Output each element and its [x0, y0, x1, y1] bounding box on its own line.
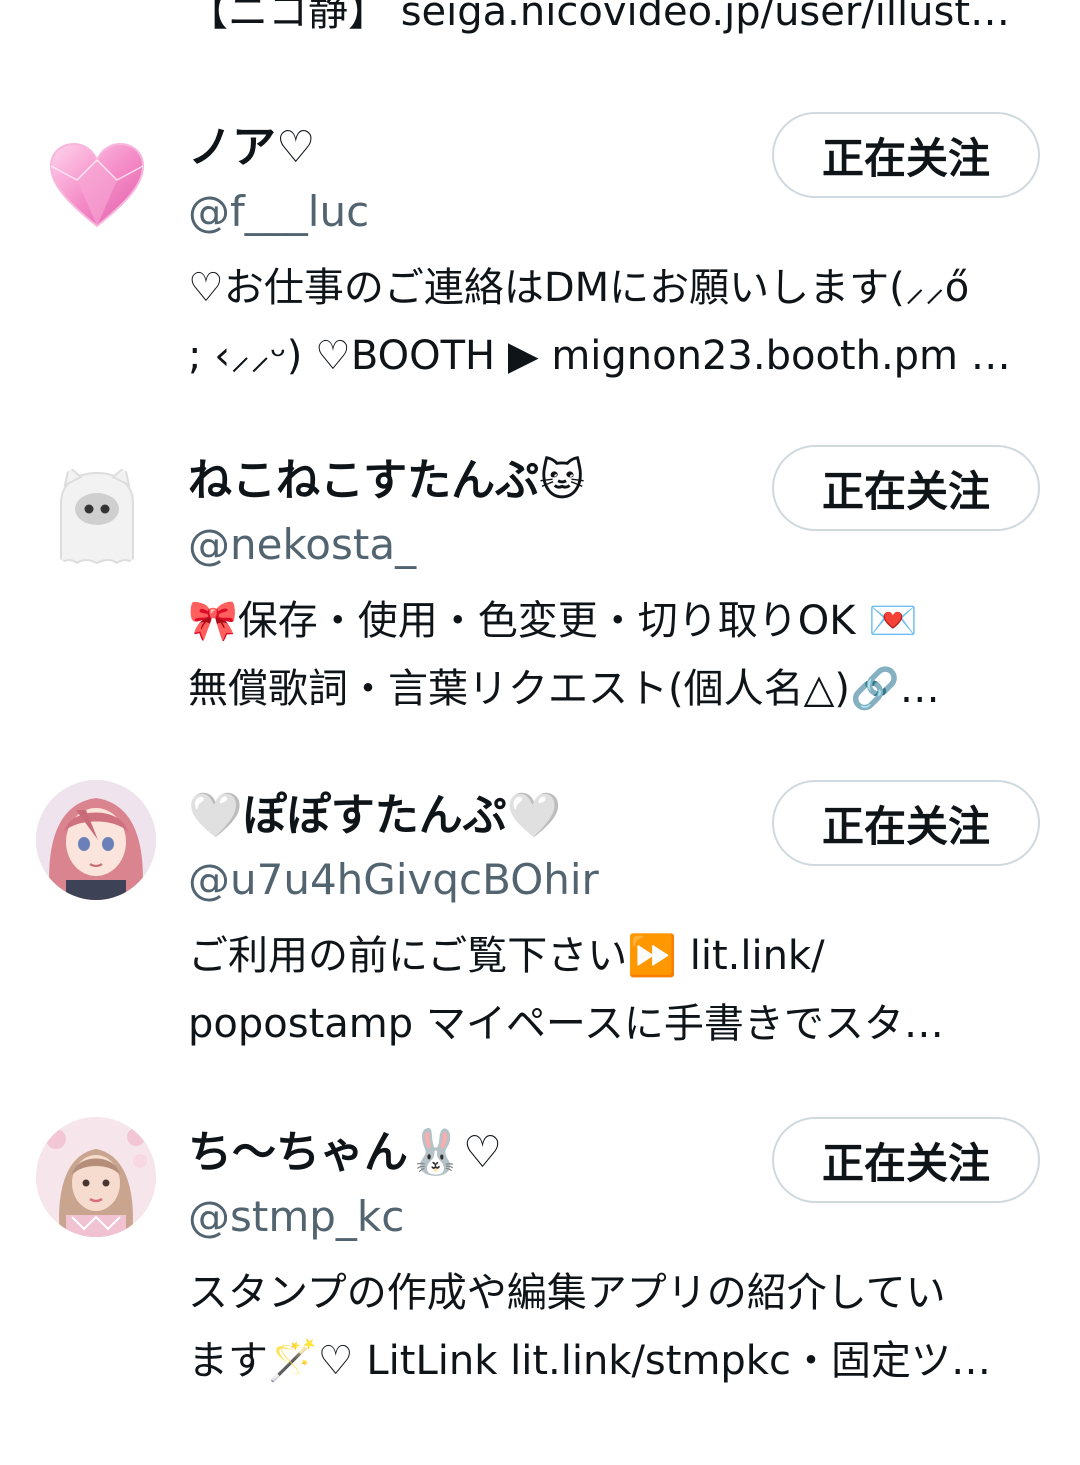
bio-line: ご利用の前にご覧下さい⏩ lit.link/: [188, 933, 825, 979]
avatar[interactable]: [36, 780, 156, 900]
previous-user-bio: 【ニコ静】 seiga.nicovideo.jp/user/illust…: [188, 0, 1011, 35]
user-handle: @f___luc: [188, 187, 370, 236]
display-name: ち〜ちゃん🐰♡: [188, 1127, 503, 1178]
user-bio: スタンプの作成や編集アプリの紹介してい ます🪄♡ LitLink lit.lin…: [188, 1259, 1044, 1395]
bio-line: スタンプの作成や編集アプリの紹介してい: [188, 1270, 946, 1316]
user-cell[interactable]: ノア♡ @f___luc 正在关注 ♡お仕事のご連絡はDMにお願いします(⸝⸝ő…: [0, 112, 1080, 460]
following-button[interactable]: 正在关注: [772, 445, 1040, 531]
following-button[interactable]: 正在关注: [772, 112, 1040, 198]
bio-line: 🎀保存・使用・色変更・切り取りOK 💌: [188, 598, 919, 644]
user-cell[interactable]: 🤍ぽぽすたんぷ🤍 @u7u4hGivqcBOhir 正在关注 ご利用の前にご覧下…: [0, 780, 1080, 1128]
bio-line: ♡お仕事のご連絡はDMにお願いします(⸝⸝ő: [188, 265, 970, 311]
display-name: ノア♡: [188, 122, 316, 173]
display-name: ねこねこすたんぷ🐱: [188, 455, 585, 506]
user-bio: ご利用の前にご覧下さい⏩ lit.link/ popostamp マイペースに手…: [188, 922, 1044, 1058]
bio-line: ; ‹⸝⸝ᵕ) ♡BOOTH ▶ mignon23.booth.pm …: [188, 333, 1011, 379]
avatar[interactable]: [42, 463, 152, 573]
display-name: 🤍ぽぽすたんぷ🤍: [188, 790, 562, 841]
avatar[interactable]: [36, 1117, 156, 1237]
user-handle: @u7u4hGivqcBOhir: [188, 855, 599, 904]
anime-girl-avatar: [36, 780, 156, 900]
photo-girl-avatar: [36, 1117, 156, 1237]
user-bio: ♡お仕事のご連絡はDMにお願いします(⸝⸝ő ; ‹⸝⸝ᵕ) ♡BOOTH ▶ …: [188, 254, 1044, 390]
bio-line: popostamp マイペースに手書きでスタ…: [188, 1001, 944, 1047]
avatar[interactable]: [42, 130, 152, 240]
user-handle: @nekosta_: [188, 520, 417, 569]
user-cell[interactable]: ねこねこすたんぷ🐱 @nekosta_ 正在关注 🎀保存・使用・色変更・切り取り…: [0, 445, 1080, 793]
following-button[interactable]: 正在关注: [772, 780, 1040, 866]
bio-line: 無償歌詞・言葉リクエスト(個人名△)🔗…: [188, 666, 940, 712]
white-ghost-cat-icon: [60, 465, 134, 565]
user-bio: 🎀保存・使用・色変更・切り取りOK 💌 無償歌詞・言葉リクエスト(個人名△)🔗…: [188, 587, 1044, 723]
following-button[interactable]: 正在关注: [772, 1117, 1040, 1203]
bio-line: ます🪄♡ LitLink lit.link/stmpkc・固定ツ…: [188, 1338, 991, 1384]
pink-heart-gem-icon: [49, 142, 145, 228]
user-handle: @stmp_kc: [188, 1192, 405, 1241]
user-cell[interactable]: ち〜ちゃん🐰♡ @stmp_kc 正在关注 スタンプの作成や編集アプリの紹介して…: [0, 1117, 1080, 1465]
